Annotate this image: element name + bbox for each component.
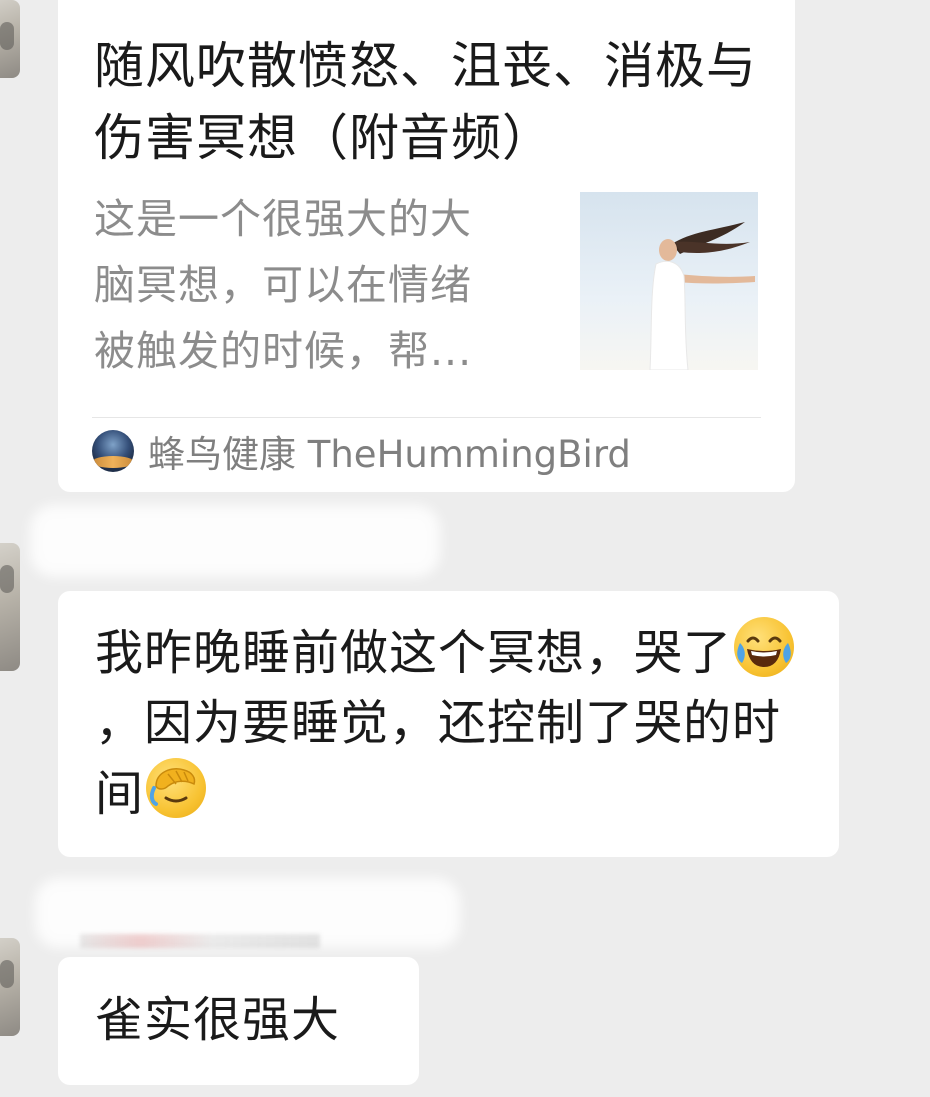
article-description-line: 脑冥想，可以在情绪 [94, 261, 472, 309]
article-title: 随风吹散愤怒、沮丧、消极与伤害冥想（附音频） [94, 37, 757, 167]
chat-message-text: 雀实很强大 [95, 992, 341, 1048]
face-with-tears-of-joy-icon [734, 617, 795, 677]
article-description-line: 被触发的时候，帮... [94, 327, 473, 375]
chat-message-bubble[interactable]: 雀实很强大 [58, 957, 419, 1085]
obscured-sender-name-residue [80, 934, 320, 948]
sender-avatar[interactable] [0, 0, 20, 78]
woman-arms-outstretched-image [580, 192, 758, 370]
article-description-line: 这是一个很强大的大 [94, 195, 472, 243]
article-source: 蜂鸟健康 TheHummingBird [92, 424, 631, 478]
sender-avatar[interactable] [0, 938, 20, 1036]
official-account-logo-icon [92, 430, 134, 472]
card-divider [92, 417, 761, 418]
article-description: 这是一个很强大的大 脑冥想，可以在情绪 被触发的时候，帮... [94, 186, 554, 384]
article-thumbnail [580, 192, 758, 370]
face-palm-icon [146, 758, 207, 818]
official-account-name: 蜂鸟健康 TheHummingBird [148, 433, 631, 476]
obscured-sender-name [30, 505, 440, 577]
chat-message-text: 我昨晚睡前做这个冥想，哭了 ，因为要睡觉，还控制了哭的时间 [95, 617, 815, 829]
chat-message-bubble[interactable]: 我昨晚睡前做这个冥想，哭了 ，因为要睡觉，还控制了哭的时间 [58, 591, 839, 857]
sender-avatar[interactable] [0, 543, 20, 671]
message-text-part: 我昨晚睡前做这个冥想，哭了 [95, 625, 733, 681]
article-link-card[interactable]: 随风吹散愤怒、沮丧、消极与伤害冥想（附音频） 这是一个很强大的大 脑冥想，可以在… [58, 0, 795, 492]
